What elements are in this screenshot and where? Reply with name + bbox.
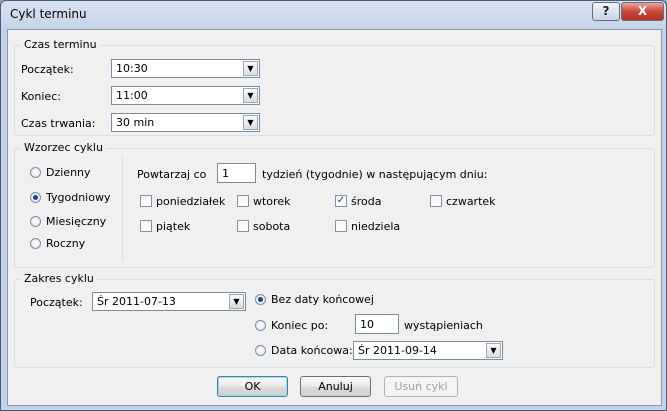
close-button[interactable]: X xyxy=(621,2,664,21)
start-time-combo[interactable]: 10:30 ▼ xyxy=(111,59,260,78)
daily-radio[interactable] xyxy=(30,167,41,178)
sunday-checkbox[interactable] xyxy=(335,220,347,232)
duration-label: Czas trwania: xyxy=(21,117,96,130)
weekly-radio[interactable] xyxy=(30,192,41,203)
end-after-radio[interactable] xyxy=(255,320,266,331)
ok-button[interactable]: OK xyxy=(217,376,288,397)
pattern-group: Wzorzec cyklu xyxy=(14,141,655,268)
cancel-button[interactable]: Anuluj xyxy=(300,376,371,397)
range-start-value: Śr 2011-07-13 xyxy=(97,295,176,308)
no-end-date-label[interactable]: Bez daty końcowej xyxy=(271,293,374,306)
saturday-checkbox[interactable] xyxy=(237,220,249,232)
help-button[interactable]: ? xyxy=(592,2,620,21)
thursday-label[interactable]: czwartek xyxy=(446,195,496,208)
monday-checkbox[interactable] xyxy=(140,195,152,207)
thursday-checkbox[interactable] xyxy=(430,195,442,207)
end-time-label: Koniec: xyxy=(21,90,61,103)
end-date-combo[interactable]: Śr 2011-09-14 ▼ xyxy=(353,341,503,360)
dialog-body: Czas terminu Początek: 10:30 ▼ Koniec: 1… xyxy=(7,29,662,406)
start-time-label: Początek: xyxy=(21,63,74,76)
title-bar[interactable]: Cykl terminu ? X xyxy=(1,1,666,29)
checkmark-icon: ✓ xyxy=(336,195,346,206)
start-time-value: 10:30 xyxy=(116,62,148,75)
dropdown-arrow-icon[interactable]: ▼ xyxy=(229,294,244,309)
monthly-radio[interactable] xyxy=(30,216,41,227)
repeat-suffix: tydzień (tygodnie) w następującym dniu: xyxy=(262,168,488,181)
friday-checkbox[interactable] xyxy=(140,220,152,232)
daily-radio-label[interactable]: Dzienny xyxy=(46,166,91,179)
no-end-date-radio[interactable] xyxy=(255,294,266,305)
saturday-label[interactable]: sobota xyxy=(253,220,290,233)
tuesday-checkbox[interactable] xyxy=(237,195,249,207)
end-after-label[interactable]: Koniec po: xyxy=(271,319,328,332)
end-date-value: Śr 2011-09-14 xyxy=(358,344,437,357)
end-date-label[interactable]: Data końcowa: xyxy=(271,344,353,357)
window-title: Cykl terminu xyxy=(10,7,87,21)
repeat-label: Powtarzaj co xyxy=(137,168,207,181)
time-group-legend: Czas terminu xyxy=(21,38,100,51)
range-group-legend: Zakres cyklu xyxy=(21,272,97,285)
duration-combo[interactable]: 30 min ▼ xyxy=(111,113,260,132)
dropdown-arrow-icon[interactable]: ▼ xyxy=(486,343,501,358)
tuesday-label[interactable]: wtorek xyxy=(253,195,290,208)
range-start-combo[interactable]: Śr 2011-07-13 ▼ xyxy=(92,292,246,311)
occurrences-suffix: wystąpieniach xyxy=(404,319,483,332)
end-time-combo[interactable]: 11:00 ▼ xyxy=(111,86,260,105)
repeat-interval-value: 1 xyxy=(222,167,229,180)
range-start-label: Początek: xyxy=(30,296,83,309)
monday-label[interactable]: poniedziałek xyxy=(156,195,225,208)
dialog-window: Cykl terminu ? X Czas terminu Początek: … xyxy=(0,0,667,411)
dropdown-arrow-icon[interactable]: ▼ xyxy=(243,88,258,103)
occurrences-input[interactable]: 10 xyxy=(355,314,399,334)
wednesday-checkbox[interactable]: ✓ xyxy=(335,195,347,207)
remove-recurrence-button[interactable]: Usuń cykl xyxy=(384,376,458,397)
occurrences-value: 10 xyxy=(360,318,374,331)
monthly-radio-label[interactable]: Miesięczny xyxy=(46,215,106,228)
dropdown-arrow-icon[interactable]: ▼ xyxy=(243,61,258,76)
pattern-divider xyxy=(122,156,123,261)
pattern-group-legend: Wzorzec cyklu xyxy=(21,141,106,154)
weekly-radio-label[interactable]: Tygodniowy xyxy=(46,191,110,204)
yearly-radio[interactable] xyxy=(30,238,41,249)
end-time-value: 11:00 xyxy=(116,89,148,102)
end-date-radio[interactable] xyxy=(255,345,266,356)
dropdown-arrow-icon[interactable]: ▼ xyxy=(243,115,258,130)
sunday-label[interactable]: niedziela xyxy=(351,220,400,233)
duration-value: 30 min xyxy=(116,116,155,129)
wednesday-label[interactable]: środa xyxy=(351,195,381,208)
friday-label[interactable]: piątek xyxy=(156,220,190,233)
yearly-radio-label[interactable]: Roczny xyxy=(46,237,85,250)
repeat-interval-input[interactable]: 1 xyxy=(217,163,256,183)
